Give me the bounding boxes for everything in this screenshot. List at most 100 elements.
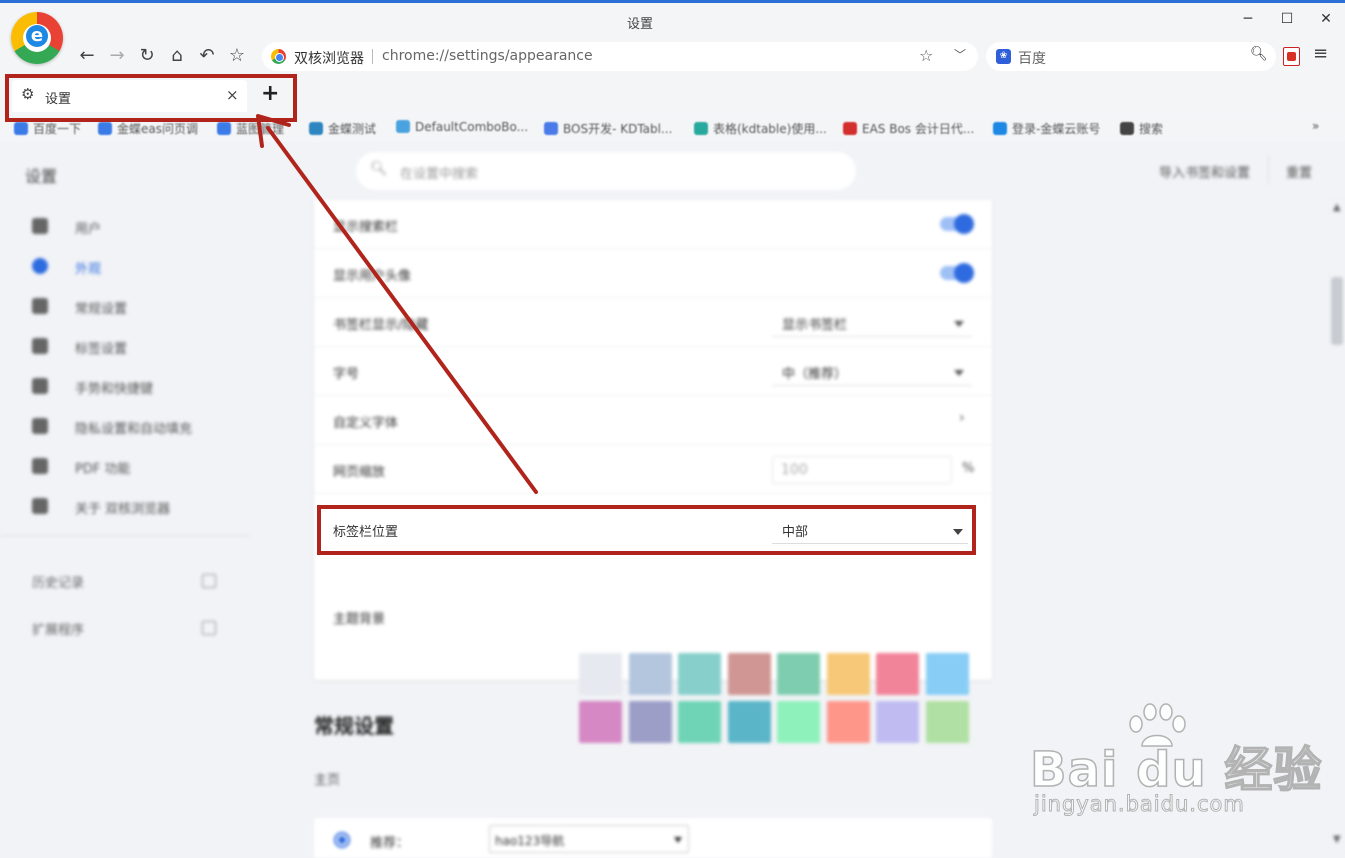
- forward-button[interactable]: →: [106, 45, 128, 67]
- address-separator: [372, 49, 373, 64]
- reset-link[interactable]: 重置: [1286, 162, 1312, 181]
- bookmark-item[interactable]: EAS Bos 会计日代...: [843, 120, 974, 137]
- theme-swatch[interactable]: [925, 653, 969, 695]
- row-label: 自定义字体: [333, 416, 399, 431]
- theme-swatch[interactable]: [876, 701, 919, 743]
- theme-swatch[interactable]: [727, 701, 771, 743]
- settings-header: 设置 🔍︎ 在设置中搜索 导入书签和设置 重置: [0, 142, 1345, 200]
- extensions-link[interactable]: 扩展程序: [32, 619, 84, 638]
- theme-swatch[interactable]: [628, 701, 672, 743]
- bookmark-item[interactable]: DefaultComboBo...: [396, 120, 528, 134]
- homepage-select[interactable]: hao123导航: [489, 825, 689, 853]
- bookmark-item[interactable]: 金蝶测试: [309, 120, 376, 137]
- theme-swatch[interactable]: [826, 653, 870, 695]
- back-button[interactable]: ←: [76, 45, 98, 67]
- scroll-up-icon[interactable]: ▲: [1333, 202, 1341, 213]
- external-link-icon[interactable]: [202, 621, 216, 635]
- address-bar[interactable]: 双核浏览器 chrome://settings/appearance ☆ ﹀: [262, 42, 978, 71]
- setting-highlight-box: [317, 505, 976, 555]
- history-link[interactable]: 历史记录: [32, 572, 84, 591]
- external-link-icon[interactable]: [202, 574, 216, 588]
- bookmark-item[interactable]: 蓝图管理: [217, 120, 284, 137]
- bookmark-item[interactable]: 金蝶eas问页调: [98, 120, 198, 137]
- chevron-right-icon: ›: [959, 410, 965, 426]
- scrollbar-thumb[interactable]: [1331, 277, 1343, 345]
- scroll-down-icon[interactable]: ▼: [1333, 834, 1341, 845]
- show-avatar-row: 显示用户头像: [314, 249, 992, 298]
- recommend-radio[interactable]: [334, 832, 350, 848]
- bookmark-item[interactable]: 登录-金蝶云账号: [993, 120, 1100, 137]
- favorite-star-icon[interactable]: ☆: [919, 46, 933, 65]
- bookmark-bar-row: 书签栏显示/隐藏 显示书签栏: [314, 298, 992, 347]
- theme-label: 主题背景: [333, 612, 386, 627]
- bookmark-icon: [98, 122, 112, 135]
- user-icon: [32, 218, 48, 234]
- homepage-card: 推荐： hao123导航: [314, 818, 992, 858]
- bookmark-item[interactable]: 表格(kdtable)使用...: [694, 120, 827, 137]
- zoom-unit: %: [962, 461, 975, 476]
- bookmark-icon: [217, 122, 231, 135]
- theme-swatch[interactable]: [579, 701, 622, 743]
- palette-icon: [32, 258, 48, 274]
- browser-name: 双核浏览器: [294, 51, 364, 67]
- bookmarks-overflow-icon[interactable]: »: [1312, 119, 1319, 133]
- show-avatar-toggle[interactable]: [940, 263, 974, 283]
- reload-button[interactable]: ↻: [136, 45, 158, 67]
- theme-swatch[interactable]: [826, 701, 870, 743]
- chevron-down-icon[interactable]: ﹀: [954, 46, 966, 63]
- zoom-input[interactable]: 100: [772, 456, 952, 484]
- custom-font-row[interactable]: 自定义字体 ›: [314, 396, 992, 445]
- pdf-icon[interactable]: [1283, 47, 1300, 66]
- theme-swatch[interactable]: [777, 701, 820, 743]
- watermark-brand: Bai du 经验: [1029, 741, 1323, 799]
- search-icon[interactable]: 🔍︎: [1250, 46, 1268, 62]
- bookmark-icon: [1120, 122, 1134, 135]
- select-value: hao123导航: [495, 834, 565, 848]
- theme-swatch[interactable]: [678, 701, 721, 743]
- bookmark-bar-select[interactable]: 显示书签栏: [772, 309, 972, 337]
- theme-swatch[interactable]: [678, 653, 721, 695]
- scrollbar[interactable]: ▲ ▼: [1329, 200, 1345, 850]
- search-placeholder: 在设置中搜索: [400, 167, 479, 182]
- bookmark-icon: [993, 122, 1007, 135]
- menu-icon[interactable]: ≡: [1313, 43, 1328, 64]
- maximize-button[interactable]: ☐: [1277, 11, 1297, 27]
- import-bookmarks-link[interactable]: 导入书签和设置: [1159, 162, 1250, 181]
- bookmark-icon: [309, 122, 323, 135]
- pdf-icon: [32, 458, 48, 474]
- bookmark-item[interactable]: BOS开发- KDTabl...: [544, 120, 672, 137]
- show-search-bar-toggle[interactable]: [940, 214, 974, 234]
- bookmark-icon: [544, 122, 558, 135]
- chrome-icon: [271, 49, 286, 64]
- appearance-card: 显示搜索栏 显示用户头像 书签栏显示/隐藏 显示书签栏 字号 中（推荐） 自定义…: [314, 200, 992, 743]
- bookmark-item[interactable]: 搜索: [1120, 120, 1163, 137]
- theme-swatch[interactable]: [628, 653, 672, 695]
- bookmark-icon: [396, 120, 410, 133]
- minimize-button[interactable]: ─: [1238, 11, 1258, 27]
- home-button[interactable]: ⌂: [166, 45, 188, 67]
- row-label: 显示用户头像: [333, 269, 412, 284]
- theme-swatch[interactable]: [777, 653, 820, 695]
- theme-swatch[interactable]: [876, 653, 919, 695]
- mouse-icon: [32, 378, 48, 394]
- font-size-select[interactable]: 中（推荐）: [772, 358, 972, 386]
- select-value: 中（推荐）: [782, 367, 848, 382]
- theme-swatch[interactable]: [579, 653, 622, 695]
- row-label: 书签栏显示/隐藏: [333, 318, 429, 333]
- tab-highlight-box: [5, 74, 297, 122]
- bookmark-star-icon[interactable]: ☆: [226, 45, 248, 67]
- search-engine-name[interactable]: 百度: [1018, 48, 1046, 68]
- search-box[interactable]: ❀ 百度 🔍︎: [986, 42, 1276, 71]
- close-window-button[interactable]: ✕: [1316, 11, 1336, 27]
- settings-search-input[interactable]: 🔍︎ 在设置中搜索: [356, 152, 856, 190]
- theme-swatch[interactable]: [925, 701, 969, 743]
- theme-swatch[interactable]: [727, 653, 771, 695]
- wrench-icon: [32, 298, 48, 314]
- bookmark-item[interactable]: 百度一下: [14, 120, 81, 137]
- header-divider: [1268, 156, 1269, 184]
- undo-close-tab-button[interactable]: ↶: [196, 45, 218, 67]
- general-section-title: 常规设置: [314, 714, 394, 738]
- navigation-bar: ← → ↻ ⌂ ↶ ☆ 双核浏览器 chrome://settings/appe…: [0, 37, 1345, 77]
- zoom-row: 网页缩放 100 %: [314, 445, 992, 494]
- url-text[interactable]: chrome://settings/appearance: [382, 48, 593, 64]
